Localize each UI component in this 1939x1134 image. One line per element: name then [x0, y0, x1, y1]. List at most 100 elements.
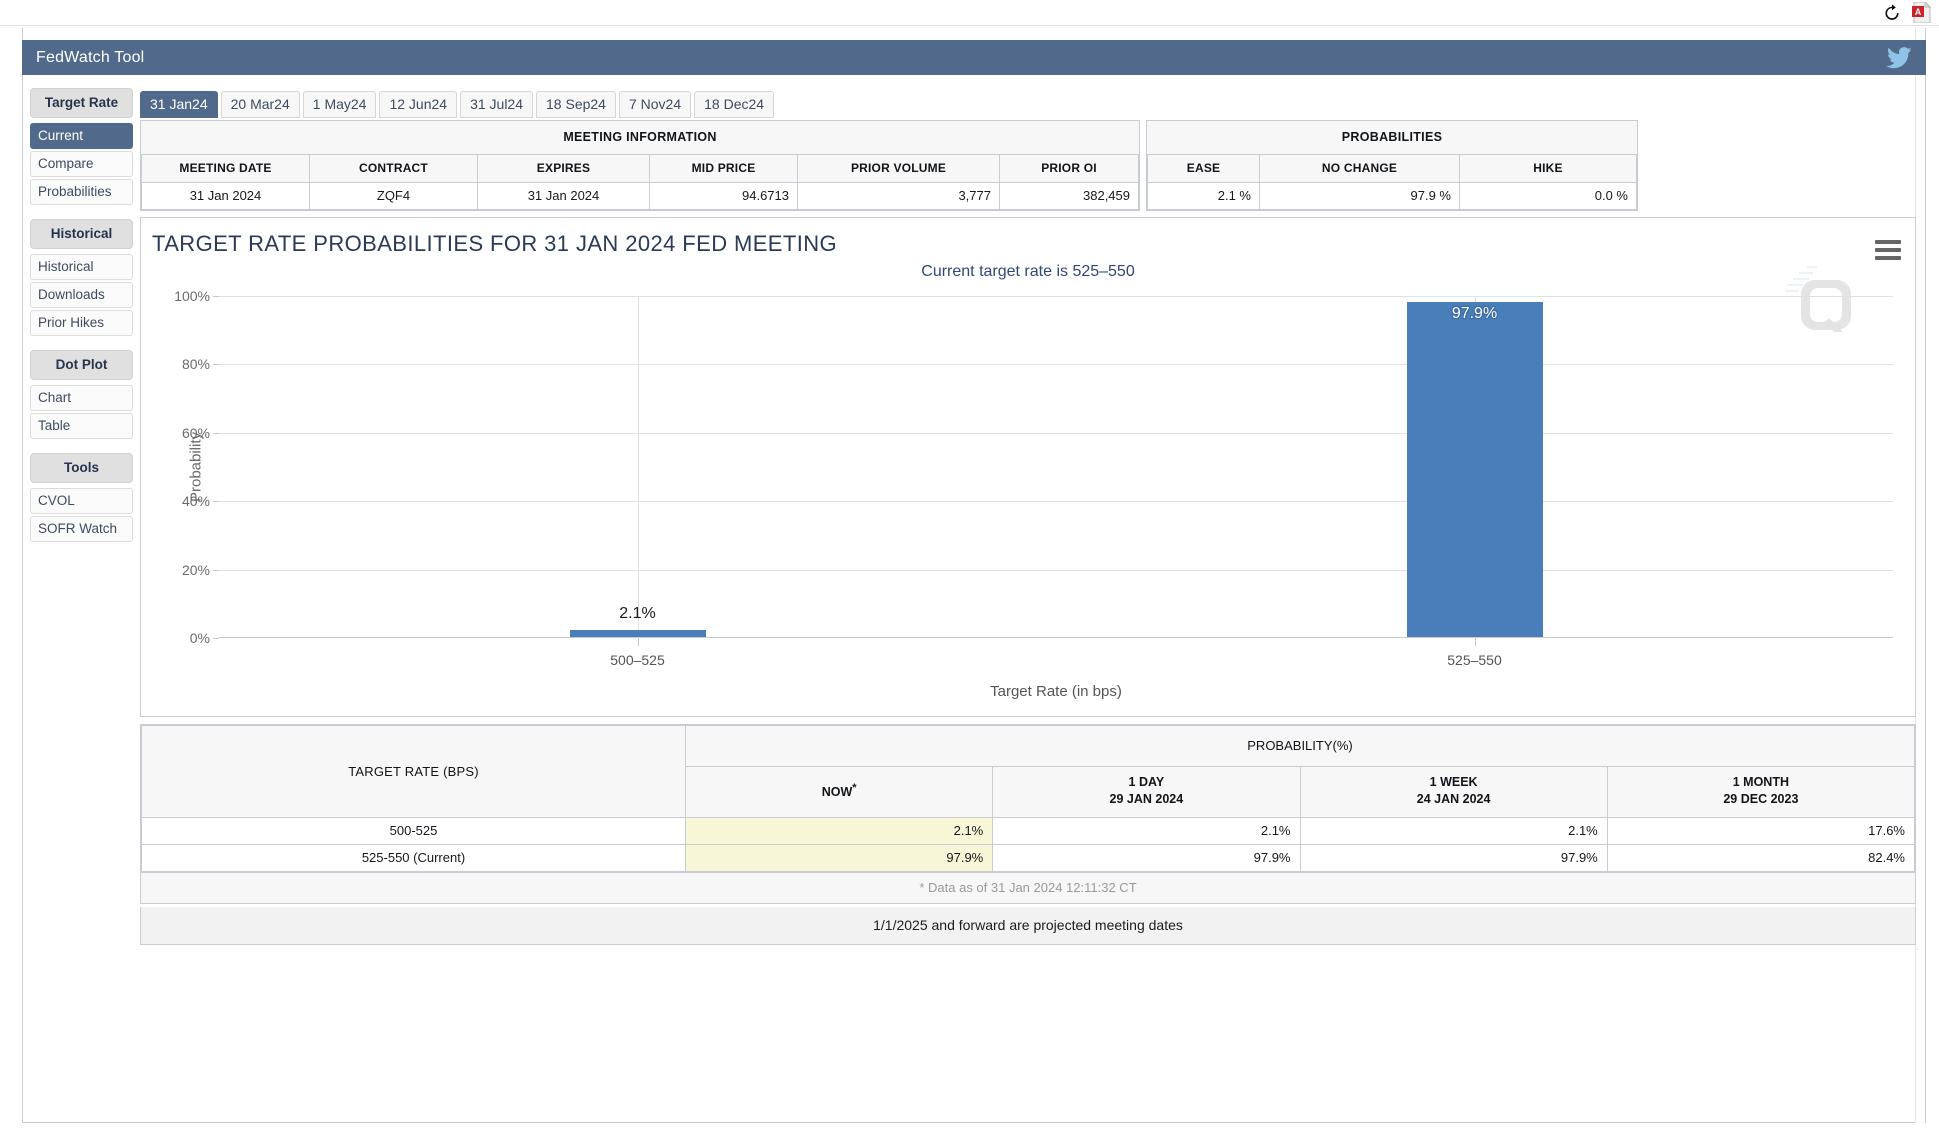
projected-meeting-dates-note: 1/1/2025 and forward are projected meeti…	[140, 906, 1916, 945]
x-axis-tickmark	[1474, 638, 1476, 646]
col-now: NOW*	[684, 766, 994, 818]
data-timestamp-footnote: * Data as of 31 Jan 2024 12:11:32 CT	[141, 871, 1915, 903]
col-1-day-date: 29 JAN 2024	[1109, 791, 1184, 806]
col-now-star: *	[852, 781, 857, 794]
col-1-month: 1 MONTH 29 DEC 2023	[1606, 766, 1916, 818]
sidebar-group-tools: Tools CVOL SOFR Watch	[30, 453, 133, 542]
cell-prior-oi: 382,459	[999, 182, 1139, 210]
sidebar-group-header-tools: Tools	[30, 453, 133, 483]
y-axis-tick: 100%	[174, 288, 210, 304]
probability-breakdown-table: TARGET RATE (BPS) PROBABILITY(%) NOW* 1 …	[141, 725, 1916, 872]
sidebar-item-prior-hikes[interactable]: Prior Hikes	[30, 310, 133, 336]
bar-525-550[interactable]	[1406, 302, 1543, 637]
sidebar-group-historical: Historical Historical Downloads Prior Hi…	[30, 219, 133, 336]
sidebar-item-compare[interactable]: Compare	[30, 151, 133, 177]
cell-mid-price: 94.6713	[649, 182, 798, 210]
sidebar-item-probabilities[interactable]: Probabilities	[30, 179, 133, 205]
probabilities-table: EASE NO CHANGE HIKE 2.1 % 97.9 % 0.0 %	[1147, 155, 1637, 210]
sidebar-item-current[interactable]: Current	[30, 123, 133, 149]
meeting-information-title: MEETING INFORMATION	[141, 121, 1139, 155]
bar-group-500-525: 2.1% 500–525	[219, 296, 1056, 668]
meeting-date-tabs: 31 Jan24 20 Mar24 1 May24 12 Jun24 31 Ju…	[140, 88, 1916, 118]
sidebar-group-header-historical: Historical	[30, 219, 133, 249]
cell-no-change: 97.9 %	[1259, 182, 1460, 210]
y-axis-tick: 80%	[181, 356, 210, 373]
cell-now-500-525: 2.1%	[684, 816, 994, 845]
bar-value-525-550: 97.9%	[1451, 305, 1498, 323]
probability-chart-panel: TARGET RATE PROBABILITIES FOR 31 JAN 202…	[140, 217, 1916, 717]
hamburger-menu-icon[interactable]	[1875, 240, 1901, 260]
meeting-information-panel: MEETING INFORMATION MEETING DATE CONTRAC…	[140, 120, 1140, 211]
y-axis-tick: 20%	[181, 561, 210, 578]
tab-18-dec24[interactable]: 18 Dec24	[694, 91, 775, 118]
pdf-icon[interactable]: A	[1912, 2, 1931, 23]
tab-18-sep24[interactable]: 18 Sep24	[536, 91, 616, 118]
summary-tables-row: MEETING INFORMATION MEETING DATE CONTRAC…	[140, 120, 1916, 211]
sidebar-group-header-target-rate: Target Rate	[30, 88, 133, 118]
probabilities-panel: PROBABILITIES EASE NO CHANGE HIKE 2.1 % …	[1146, 120, 1638, 211]
sidebar-item-chart[interactable]: Chart	[30, 385, 133, 411]
sidebar-item-historical[interactable]: Historical	[30, 254, 133, 280]
tab-7-nov24[interactable]: 7 Nov24	[618, 91, 692, 118]
bar-group-525-550: 97.9% 525–550	[1056, 296, 1893, 668]
browser-toolbar: A	[0, 0, 1939, 26]
tab-31-jul24[interactable]: 31 Jul24	[460, 91, 534, 118]
meeting-information-table: MEETING DATE CONTRACT EXPIRES MID PRICE …	[141, 155, 1139, 210]
cell-contract: ZQF4	[309, 182, 478, 210]
app-title: FedWatch Tool	[36, 48, 145, 66]
tab-31-jan24[interactable]: 31 Jan24	[140, 91, 218, 118]
sidebar: Target Rate Current Compare Probabilitie…	[30, 88, 133, 544]
chart-subtitle: Current target rate is 525–550	[921, 263, 1135, 280]
table-header-row: MEETING DATE CONTRACT EXPIRES MID PRICE …	[141, 155, 1139, 183]
probabilities-title: PROBABILITIES	[1147, 121, 1637, 155]
probability-breakdown-panel: TARGET RATE (BPS) PROBABILITY(%) NOW* 1 …	[140, 724, 1916, 904]
table-row: 525-550 (Current) 97.9% 97.9% 97.9% 82.4…	[141, 843, 1916, 872]
sidebar-item-table[interactable]: Table	[30, 413, 133, 439]
sidebar-item-sofr-watch[interactable]: SOFR Watch	[30, 516, 133, 542]
cell-1month-525-550: 82.4%	[1606, 843, 1916, 872]
col-1-day: 1 DAY 29 JAN 2024	[992, 766, 1301, 818]
col-no-change: NO CHANGE	[1259, 155, 1460, 183]
col-ease: EASE	[1147, 155, 1260, 183]
cell-now-525-550: 97.9%	[684, 843, 994, 872]
twitter-icon[interactable]	[1886, 46, 1912, 69]
chart-plot-area: 100% 80% 60% 40% 20% 0% Probability 2.1%…	[174, 288, 1893, 700]
tab-12-jun24[interactable]: 12 Jun24	[379, 91, 458, 118]
table-header-row-top: TARGET RATE (BPS) PROBABILITY(%)	[141, 725, 1915, 818]
page-scrollbar[interactable]	[1915, 28, 1925, 1123]
refresh-icon[interactable]	[1882, 3, 1902, 23]
svg-text:A: A	[1915, 7, 1922, 17]
cell-expires: 31 Jan 2024	[477, 182, 650, 210]
tab-20-mar24[interactable]: 20 Mar24	[220, 91, 300, 118]
sidebar-item-cvol[interactable]: CVOL	[30, 488, 133, 514]
col-prior-volume: PRIOR VOLUME	[797, 155, 1000, 183]
cell-target-500-525: 500-525	[141, 816, 686, 845]
tab-1-may24[interactable]: 1 May24	[302, 91, 377, 118]
main-content: 31 Jan24 20 Mar24 1 May24 12 Jun24 31 Ju…	[140, 88, 1916, 945]
col-1-week-label: 1 WEEK	[1429, 775, 1478, 789]
col-1-month-label: 1 MONTH	[1732, 775, 1789, 789]
app-title-bar: FedWatch Tool	[22, 40, 1926, 75]
col-mid-price: MID PRICE	[649, 155, 798, 183]
cell-1week-525-550: 97.9%	[1299, 843, 1608, 872]
burger-line	[1875, 256, 1901, 260]
chart-plot-inner: 100% 80% 60% 40% 20% 0% Probability 2.1%…	[174, 288, 1893, 700]
col-1-week: 1 WEEK 24 JAN 2024	[1299, 766, 1608, 818]
cell-1month-500-525: 17.6%	[1606, 816, 1916, 845]
sidebar-group-target-rate: Target Rate Current Compare Probabilitie…	[30, 88, 133, 205]
table-header-row: EASE NO CHANGE HIKE	[1147, 155, 1637, 183]
col-expires: EXPIRES	[477, 155, 650, 183]
bar-500-525[interactable]	[569, 629, 706, 637]
cell-prior-volume: 3,777	[797, 182, 1000, 210]
col-probability-group: PROBABILITY(%)	[685, 725, 1915, 767]
table-row: 2.1 % 97.9 % 0.0 %	[1147, 182, 1637, 210]
cell-1week-500-525: 2.1%	[1299, 816, 1608, 845]
col-1-week-date: 24 JAN 2024	[1416, 791, 1491, 806]
burger-line	[1875, 240, 1901, 244]
chart-title: TARGET RATE PROBABILITIES FOR 31 JAN 202…	[152, 231, 838, 256]
table-row: 500-525 2.1% 2.1% 2.1% 17.6%	[141, 816, 1916, 845]
sidebar-item-downloads[interactable]: Downloads	[30, 282, 133, 308]
col-1-month-date: 29 DEC 2023	[1723, 791, 1799, 806]
